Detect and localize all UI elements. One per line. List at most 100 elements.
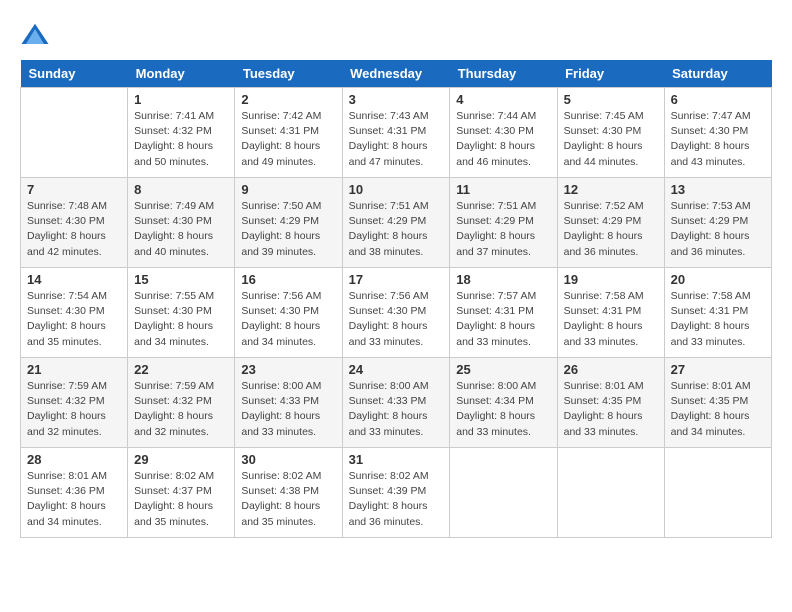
calendar-cell: 5 Sunrise: 7:45 AMSunset: 4:30 PMDayligh… <box>557 88 664 178</box>
calendar-cell: 10 Sunrise: 7:51 AMSunset: 4:29 PMDaylig… <box>342 178 450 268</box>
day-number: 9 <box>241 182 335 197</box>
day-number: 6 <box>671 92 765 107</box>
day-info: Sunrise: 7:58 AMSunset: 4:31 PMDaylight:… <box>564 290 644 348</box>
day-info: Sunrise: 8:01 AMSunset: 4:35 PMDaylight:… <box>564 380 644 438</box>
calendar-cell: 12 Sunrise: 7:52 AMSunset: 4:29 PMDaylig… <box>557 178 664 268</box>
calendar-cell: 1 Sunrise: 7:41 AMSunset: 4:32 PMDayligh… <box>128 88 235 178</box>
calendar-cell: 20 Sunrise: 7:58 AMSunset: 4:31 PMDaylig… <box>664 268 771 358</box>
calendar-week-row: 28 Sunrise: 8:01 AMSunset: 4:36 PMDaylig… <box>21 448 772 538</box>
page-header <box>20 20 772 50</box>
day-info: Sunrise: 8:01 AMSunset: 4:36 PMDaylight:… <box>27 470 107 528</box>
day-info: Sunrise: 7:56 AMSunset: 4:30 PMDaylight:… <box>241 290 321 348</box>
calendar-cell: 8 Sunrise: 7:49 AMSunset: 4:30 PMDayligh… <box>128 178 235 268</box>
day-info: Sunrise: 7:52 AMSunset: 4:29 PMDaylight:… <box>564 200 644 258</box>
calendar-week-row: 1 Sunrise: 7:41 AMSunset: 4:32 PMDayligh… <box>21 88 772 178</box>
col-header-thursday: Thursday <box>450 60 557 88</box>
calendar-header-row: SundayMondayTuesdayWednesdayThursdayFrid… <box>21 60 772 88</box>
calendar-cell: 9 Sunrise: 7:50 AMSunset: 4:29 PMDayligh… <box>235 178 342 268</box>
day-number: 24 <box>349 362 444 377</box>
calendar-cell <box>557 448 664 538</box>
day-number: 16 <box>241 272 335 287</box>
day-info: Sunrise: 7:59 AMSunset: 4:32 PMDaylight:… <box>27 380 107 438</box>
calendar-cell: 25 Sunrise: 8:00 AMSunset: 4:34 PMDaylig… <box>450 358 557 448</box>
day-info: Sunrise: 7:45 AMSunset: 4:30 PMDaylight:… <box>564 110 644 168</box>
day-number: 28 <box>27 452 121 467</box>
calendar-cell: 30 Sunrise: 8:02 AMSunset: 4:38 PMDaylig… <box>235 448 342 538</box>
col-header-friday: Friday <box>557 60 664 88</box>
day-info: Sunrise: 7:42 AMSunset: 4:31 PMDaylight:… <box>241 110 321 168</box>
day-number: 18 <box>456 272 550 287</box>
day-number: 21 <box>27 362 121 377</box>
calendar-cell: 26 Sunrise: 8:01 AMSunset: 4:35 PMDaylig… <box>557 358 664 448</box>
day-info: Sunrise: 7:50 AMSunset: 4:29 PMDaylight:… <box>241 200 321 258</box>
calendar-cell: 14 Sunrise: 7:54 AMSunset: 4:30 PMDaylig… <box>21 268 128 358</box>
day-number: 15 <box>134 272 228 287</box>
day-number: 17 <box>349 272 444 287</box>
day-info: Sunrise: 7:54 AMSunset: 4:30 PMDaylight:… <box>27 290 107 348</box>
day-info: Sunrise: 7:55 AMSunset: 4:30 PMDaylight:… <box>134 290 214 348</box>
logo <box>20 20 54 50</box>
calendar-cell: 27 Sunrise: 8:01 AMSunset: 4:35 PMDaylig… <box>664 358 771 448</box>
day-number: 3 <box>349 92 444 107</box>
day-info: Sunrise: 8:01 AMSunset: 4:35 PMDaylight:… <box>671 380 751 438</box>
day-number: 19 <box>564 272 658 287</box>
day-info: Sunrise: 8:00 AMSunset: 4:33 PMDaylight:… <box>349 380 429 438</box>
calendar-cell: 15 Sunrise: 7:55 AMSunset: 4:30 PMDaylig… <box>128 268 235 358</box>
day-number: 23 <box>241 362 335 377</box>
day-number: 26 <box>564 362 658 377</box>
calendar-cell: 31 Sunrise: 8:02 AMSunset: 4:39 PMDaylig… <box>342 448 450 538</box>
day-number: 29 <box>134 452 228 467</box>
day-number: 30 <box>241 452 335 467</box>
logo-icon <box>20 20 50 50</box>
day-info: Sunrise: 7:57 AMSunset: 4:31 PMDaylight:… <box>456 290 536 348</box>
day-number: 25 <box>456 362 550 377</box>
calendar-cell: 16 Sunrise: 7:56 AMSunset: 4:30 PMDaylig… <box>235 268 342 358</box>
day-number: 12 <box>564 182 658 197</box>
day-info: Sunrise: 7:58 AMSunset: 4:31 PMDaylight:… <box>671 290 751 348</box>
calendar-cell <box>664 448 771 538</box>
day-info: Sunrise: 8:02 AMSunset: 4:37 PMDaylight:… <box>134 470 214 528</box>
day-info: Sunrise: 7:49 AMSunset: 4:30 PMDaylight:… <box>134 200 214 258</box>
calendar-cell: 17 Sunrise: 7:56 AMSunset: 4:30 PMDaylig… <box>342 268 450 358</box>
day-info: Sunrise: 7:59 AMSunset: 4:32 PMDaylight:… <box>134 380 214 438</box>
day-info: Sunrise: 7:51 AMSunset: 4:29 PMDaylight:… <box>349 200 429 258</box>
calendar-cell: 11 Sunrise: 7:51 AMSunset: 4:29 PMDaylig… <box>450 178 557 268</box>
col-header-tuesday: Tuesday <box>235 60 342 88</box>
calendar-cell: 29 Sunrise: 8:02 AMSunset: 4:37 PMDaylig… <box>128 448 235 538</box>
calendar-cell: 19 Sunrise: 7:58 AMSunset: 4:31 PMDaylig… <box>557 268 664 358</box>
day-info: Sunrise: 8:00 AMSunset: 4:34 PMDaylight:… <box>456 380 536 438</box>
day-number: 2 <box>241 92 335 107</box>
day-number: 8 <box>134 182 228 197</box>
day-info: Sunrise: 7:53 AMSunset: 4:29 PMDaylight:… <box>671 200 751 258</box>
calendar-cell: 7 Sunrise: 7:48 AMSunset: 4:30 PMDayligh… <box>21 178 128 268</box>
calendar-week-row: 21 Sunrise: 7:59 AMSunset: 4:32 PMDaylig… <box>21 358 772 448</box>
day-number: 1 <box>134 92 228 107</box>
day-info: Sunrise: 7:47 AMSunset: 4:30 PMDaylight:… <box>671 110 751 168</box>
calendar-cell: 23 Sunrise: 8:00 AMSunset: 4:33 PMDaylig… <box>235 358 342 448</box>
day-info: Sunrise: 7:51 AMSunset: 4:29 PMDaylight:… <box>456 200 536 258</box>
calendar-cell <box>450 448 557 538</box>
day-number: 31 <box>349 452 444 467</box>
day-info: Sunrise: 7:41 AMSunset: 4:32 PMDaylight:… <box>134 110 214 168</box>
calendar-cell: 4 Sunrise: 7:44 AMSunset: 4:30 PMDayligh… <box>450 88 557 178</box>
day-info: Sunrise: 7:43 AMSunset: 4:31 PMDaylight:… <box>349 110 429 168</box>
day-number: 10 <box>349 182 444 197</box>
calendar-cell <box>21 88 128 178</box>
calendar-week-row: 14 Sunrise: 7:54 AMSunset: 4:30 PMDaylig… <box>21 268 772 358</box>
day-number: 7 <box>27 182 121 197</box>
calendar-week-row: 7 Sunrise: 7:48 AMSunset: 4:30 PMDayligh… <box>21 178 772 268</box>
day-info: Sunrise: 7:56 AMSunset: 4:30 PMDaylight:… <box>349 290 429 348</box>
calendar-cell: 6 Sunrise: 7:47 AMSunset: 4:30 PMDayligh… <box>664 88 771 178</box>
col-header-wednesday: Wednesday <box>342 60 450 88</box>
day-info: Sunrise: 7:44 AMSunset: 4:30 PMDaylight:… <box>456 110 536 168</box>
col-header-sunday: Sunday <box>21 60 128 88</box>
day-number: 13 <box>671 182 765 197</box>
calendar-cell: 18 Sunrise: 7:57 AMSunset: 4:31 PMDaylig… <box>450 268 557 358</box>
day-number: 5 <box>564 92 658 107</box>
calendar-cell: 3 Sunrise: 7:43 AMSunset: 4:31 PMDayligh… <box>342 88 450 178</box>
day-number: 20 <box>671 272 765 287</box>
day-info: Sunrise: 8:02 AMSunset: 4:38 PMDaylight:… <box>241 470 321 528</box>
day-number: 27 <box>671 362 765 377</box>
col-header-saturday: Saturday <box>664 60 771 88</box>
day-info: Sunrise: 8:02 AMSunset: 4:39 PMDaylight:… <box>349 470 429 528</box>
